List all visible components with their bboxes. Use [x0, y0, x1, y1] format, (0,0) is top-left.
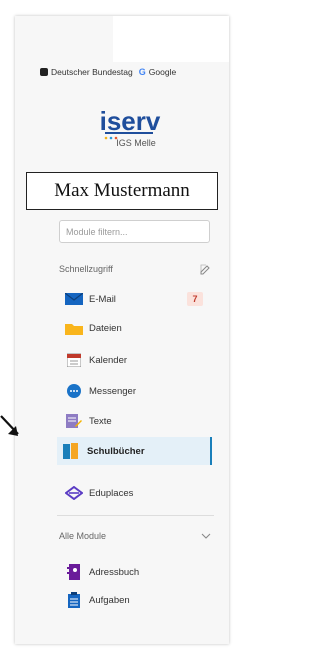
- sidebar-item-texte[interactable]: Texte: [59, 411, 209, 431]
- bookmarks-bar: Deutscher Bundestag G Google: [40, 64, 225, 80]
- sidebar-item-label: Texte: [89, 415, 112, 427]
- all-modules-header[interactable]: Alle Module: [59, 529, 211, 543]
- sidebar-item-label: Messenger: [89, 385, 136, 397]
- bookmark-google[interactable]: G Google: [139, 67, 176, 77]
- logo-text: iserv: [100, 106, 161, 136]
- section-divider: [57, 515, 214, 516]
- sidebar-item-label: Schulbücher: [87, 445, 145, 457]
- sidebar-item-email[interactable]: E-Mail 7: [59, 289, 209, 309]
- google-icon: G: [138, 67, 146, 77]
- school-name: IGS Melle: [116, 138, 156, 148]
- sidebar-item-label: Dateien: [89, 322, 122, 334]
- top-bar: [113, 16, 229, 62]
- user-name-box: Max Mustermann: [26, 172, 218, 210]
- bookmark-label: Deutscher Bundestag: [51, 67, 133, 77]
- quick-access-header: Schnellzugriff: [59, 262, 211, 276]
- mail-icon: [65, 292, 83, 306]
- bookmark-bundestag[interactable]: Deutscher Bundestag: [40, 67, 133, 77]
- all-modules-title: Alle Module: [59, 531, 107, 541]
- quick-access-title: Schnellzugriff: [59, 264, 113, 274]
- pointer-arrow-icon: [0, 415, 19, 436]
- messenger-icon: [65, 384, 83, 398]
- logo-underline: [105, 132, 153, 134]
- sidebar-item-label: E-Mail: [89, 293, 116, 305]
- sidebar-item-label: Adressbuch: [89, 566, 140, 578]
- tasks-icon: [65, 592, 83, 608]
- sidebar-item-dateien[interactable]: Dateien: [59, 318, 209, 338]
- addressbook-icon: [65, 564, 83, 580]
- unread-badge: 7: [187, 292, 203, 306]
- sidebar-item-label: Kalender: [89, 354, 128, 366]
- module-filter-input[interactable]: [59, 220, 210, 243]
- chevron-down-icon: [201, 533, 211, 539]
- bookmark-label: Google: [148, 67, 177, 77]
- sidebar-item-label: Aufgaben: [89, 594, 130, 606]
- texts-icon: [65, 414, 83, 428]
- calendar-icon: [65, 353, 83, 367]
- bundestag-icon: [40, 68, 48, 76]
- sidebar-item-messenger[interactable]: Messenger: [59, 381, 209, 401]
- schoolbooks-icon: [63, 443, 81, 459]
- sidebar-item-aufgaben[interactable]: Aufgaben: [59, 590, 209, 610]
- eduplaces-icon: [65, 486, 83, 500]
- sidebar-item-kalender[interactable]: Kalender: [59, 350, 209, 370]
- sidebar-item-eduplaces[interactable]: Eduplaces: [59, 483, 209, 503]
- sidebar-item-label: Eduplaces: [89, 487, 134, 499]
- sidebar-item-schulbuecher[interactable]: Schulbücher: [57, 437, 212, 465]
- edit-icon[interactable]: [200, 264, 211, 275]
- folder-icon: [65, 321, 83, 335]
- sidebar-item-adressbuch[interactable]: Adressbuch: [59, 562, 209, 582]
